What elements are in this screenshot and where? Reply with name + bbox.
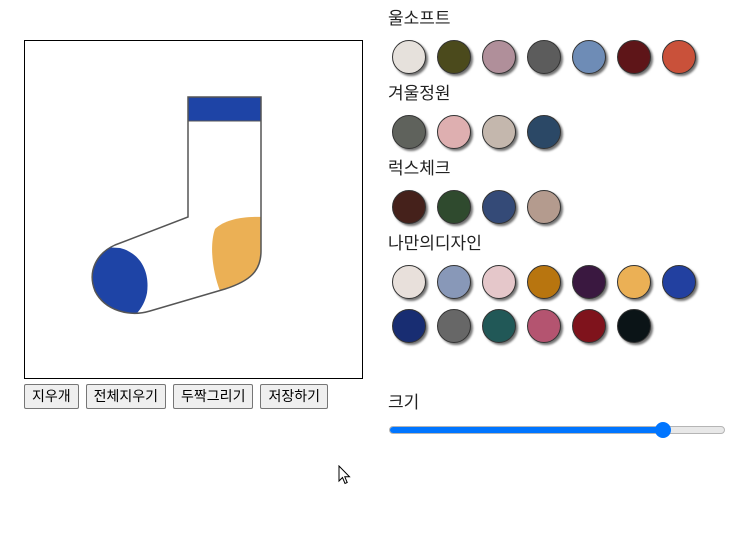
- color-swatch[interactable]: [527, 190, 561, 224]
- color-swatch[interactable]: [482, 115, 516, 149]
- palette-group-lux-check: 럭스체크: [388, 156, 738, 231]
- swatch-list: [388, 182, 732, 231]
- color-swatch[interactable]: [662, 40, 696, 74]
- color-swatch[interactable]: [392, 115, 426, 149]
- sock-cuff: [188, 97, 261, 121]
- color-swatch[interactable]: [482, 265, 516, 299]
- mouse-cursor-icon: [338, 465, 351, 485]
- size-label: 크기: [388, 393, 420, 413]
- color-swatch[interactable]: [482, 190, 516, 224]
- color-swatch[interactable]: [392, 40, 426, 74]
- size-slider-thumb[interactable]: [654, 422, 671, 438]
- color-swatch[interactable]: [617, 40, 651, 74]
- swatch-list: [388, 257, 732, 350]
- color-swatch[interactable]: [617, 265, 651, 299]
- swatch-list: [388, 107, 732, 156]
- swatch-list: [388, 32, 732, 81]
- clear-all-button[interactable]: 전체지우기: [85, 384, 167, 409]
- color-swatch[interactable]: [437, 40, 471, 74]
- save-button[interactable]: 저장하기: [260, 384, 328, 409]
- color-swatch[interactable]: [437, 115, 471, 149]
- sock-heel: [212, 216, 261, 291]
- palette-group-woolsoft: 울소프트: [388, 6, 738, 81]
- color-swatch[interactable]: [527, 40, 561, 74]
- drawing-canvas[interactable]: [24, 40, 363, 379]
- toolbar: 지우개 전체지우기 두짝그리기 저장하기: [24, 384, 328, 409]
- palette-group-title: 울소프트: [388, 9, 451, 29]
- color-swatch[interactable]: [437, 190, 471, 224]
- color-swatch[interactable]: [482, 40, 516, 74]
- color-swatch[interactable]: [437, 309, 471, 343]
- color-swatch[interactable]: [617, 309, 651, 343]
- color-swatch[interactable]: [527, 309, 561, 343]
- color-swatch[interactable]: [527, 115, 561, 149]
- color-swatch[interactable]: [482, 309, 516, 343]
- palette-group-title: 겨울정원: [388, 84, 451, 104]
- color-swatch[interactable]: [527, 265, 561, 299]
- palette-group-title: 럭스체크: [388, 159, 451, 179]
- color-swatch[interactable]: [437, 265, 471, 299]
- palette-group-winter-garden: 겨울정원: [388, 81, 738, 156]
- color-palette: 울소프트 겨울정원 럭스체크 나만의디자인: [388, 6, 738, 350]
- color-swatch[interactable]: [572, 40, 606, 74]
- color-swatch[interactable]: [662, 265, 696, 299]
- color-swatch[interactable]: [392, 309, 426, 343]
- color-swatch[interactable]: [392, 190, 426, 224]
- color-swatch[interactable]: [572, 309, 606, 343]
- eraser-button[interactable]: 지우개: [24, 384, 79, 409]
- sock-drawing[interactable]: [25, 41, 362, 378]
- color-swatch[interactable]: [392, 265, 426, 299]
- palette-group-my-design: 나만의디자인: [388, 231, 738, 350]
- size-slider-fill: [390, 427, 664, 433]
- size-slider-track[interactable]: [389, 426, 725, 434]
- color-swatch[interactable]: [572, 265, 606, 299]
- palette-group-title: 나만의디자인: [388, 234, 482, 254]
- pair-draw-button[interactable]: 두짝그리기: [173, 384, 254, 409]
